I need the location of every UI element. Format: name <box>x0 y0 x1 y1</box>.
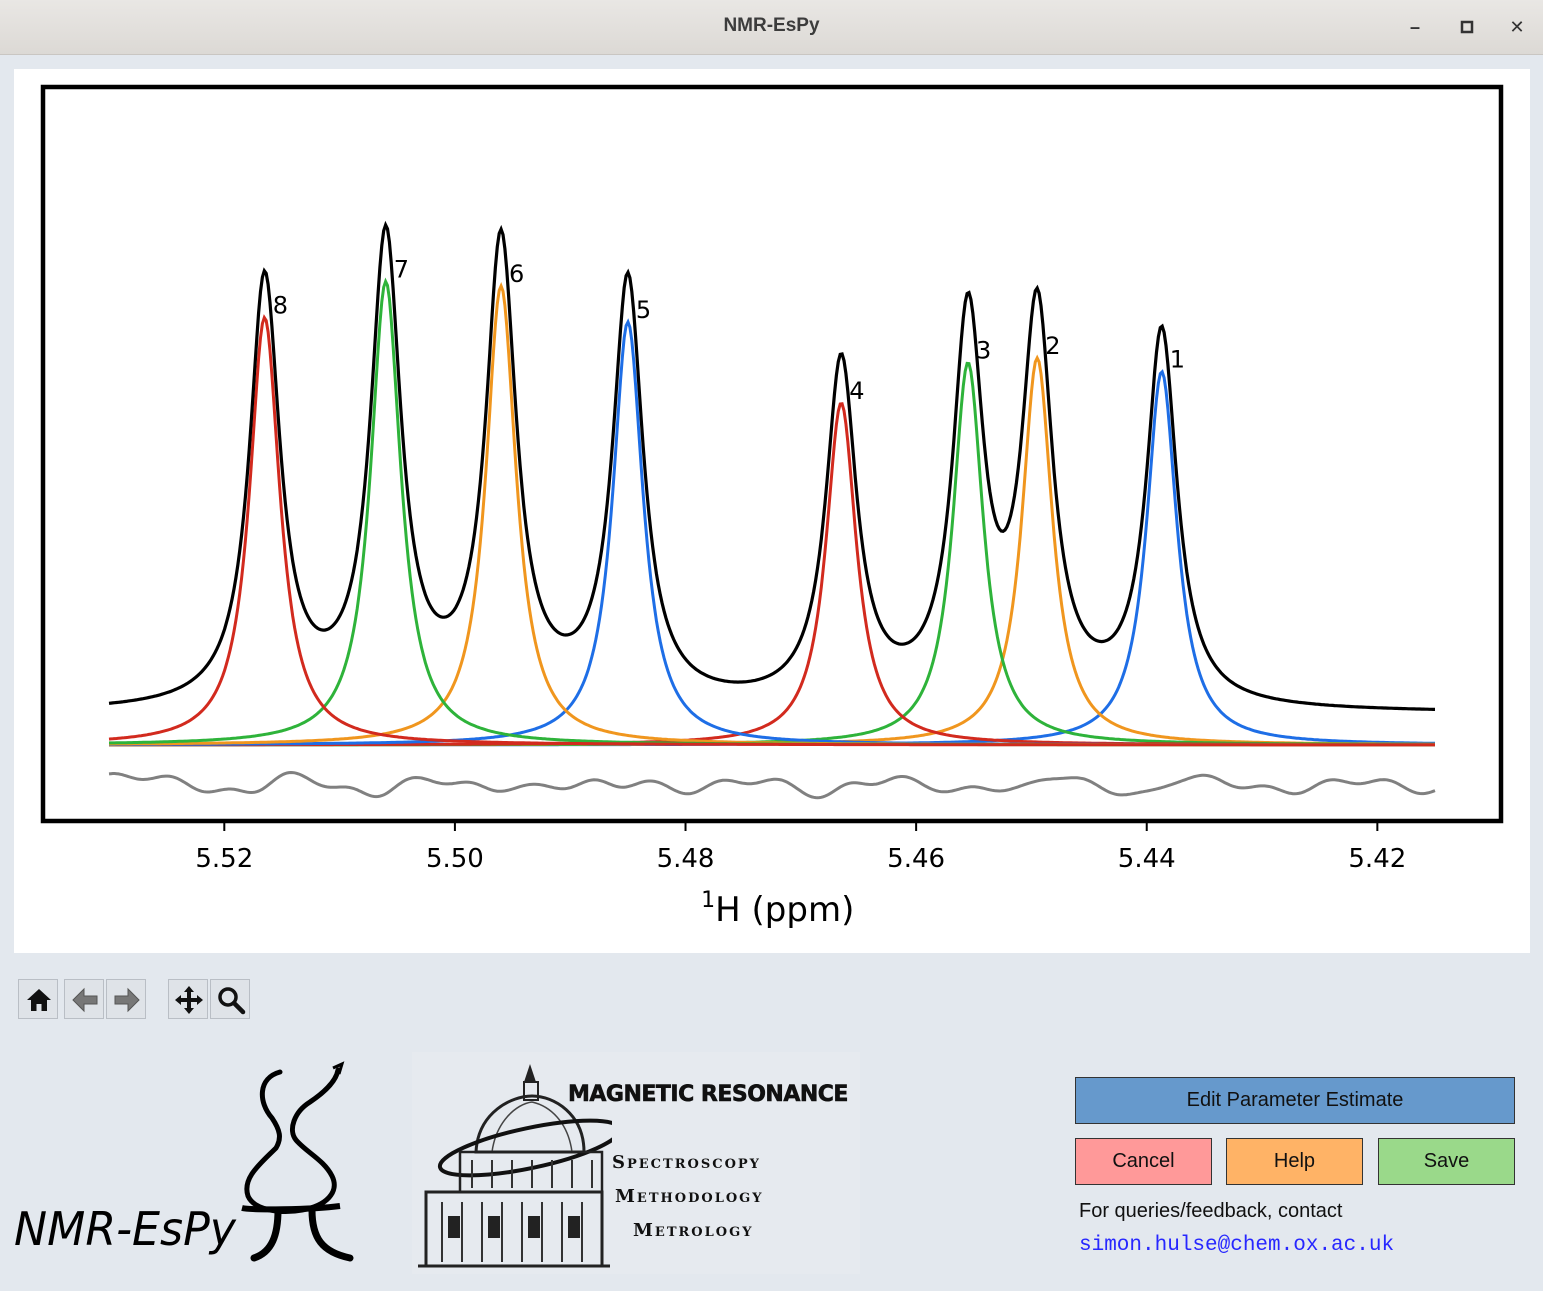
x-tick-label-5.50: 5.50 <box>426 844 484 874</box>
oscillator-label-8: 8 <box>273 292 288 320</box>
spectrum-line <box>108 220 1435 711</box>
nmr-espy-logo-text: NMR-EsPy <box>14 1202 237 1256</box>
residual-line <box>108 770 1436 800</box>
oscillator-1-line <box>109 369 1435 747</box>
oscillator-label-3: 3 <box>976 337 991 365</box>
oscillator-label-4: 4 <box>849 377 864 405</box>
x-tick-label-5.52: 5.52 <box>195 844 253 874</box>
oscillator-label-2: 2 <box>1045 332 1060 360</box>
x-tick-label-5.46: 5.46 <box>887 844 945 874</box>
help-button[interactable]: Help <box>1226 1138 1363 1185</box>
oscillator-4-line <box>109 402 1435 747</box>
x-axis-label: 1H (ppm) <box>701 888 854 930</box>
zoom-icon[interactable] <box>210 979 250 1019</box>
mr-logo-line-spectroscopy: Spectroscopy <box>612 1152 761 1173</box>
maximize-icon[interactable] <box>1452 12 1482 42</box>
contact-email-link[interactable]: simon.hulse@chem.ox.ac.uk <box>1079 1234 1394 1257</box>
pan-icon[interactable] <box>168 979 208 1019</box>
back-arrow-icon[interactable] <box>64 979 104 1019</box>
plot-frame <box>40 84 1504 824</box>
plot-canvas[interactable]: 1 2 3 4 5 6 7 8 5.52 5.50 5.48 5.46 5.44 5.42 1H (ppm) <box>14 69 1530 953</box>
save-button[interactable]: Save <box>1378 1138 1515 1185</box>
magnetic-resonance-logo: MAGNETIC RESONANCE Spectroscopy Methodol… <box>412 1052 860 1274</box>
x-tick-label-5.42: 5.42 <box>1348 844 1406 874</box>
oscillator-3-line <box>109 361 1435 747</box>
nmr-spectrum-plot[interactable]: 1 2 3 4 5 6 7 8 5.52 5.50 5.48 5.46 5.44 5.42 1H (ppm) <box>14 69 1530 953</box>
oscillator-label-1: 1 <box>1170 346 1185 374</box>
mr-logo-title: MAGNETIC RESONANCE <box>568 1082 849 1108</box>
x-tick-label-5.44: 5.44 <box>1118 844 1176 874</box>
mr-logo-line-methodology: Methodology <box>615 1186 764 1207</box>
oscillator-8-line <box>108 314 1435 747</box>
x-tick-label-5.48: 5.48 <box>657 844 715 874</box>
cancel-button[interactable]: Cancel <box>1075 1138 1212 1185</box>
minimize-icon[interactable]: – <box>1400 12 1430 42</box>
oscillator-label-6: 6 <box>509 260 524 288</box>
forward-arrow-icon[interactable] <box>106 979 146 1019</box>
window-title: NMR-EsPy <box>723 15 820 36</box>
nmr-espy-logo: NMR-EsPy <box>10 1060 360 1270</box>
oscillator-label-7: 7 <box>394 256 409 284</box>
close-icon[interactable]: ✕ <box>1502 12 1532 42</box>
mr-logo-line-metrology: Metrology <box>633 1220 754 1241</box>
contact-label: For queries/feedback, contact <box>1079 1200 1343 1222</box>
window-titlebar: NMR-EsPy – ✕ <box>0 0 1543 55</box>
oscillator-label-5: 5 <box>636 296 651 324</box>
edit-parameter-estimate-button[interactable]: Edit Parameter Estimate <box>1075 1077 1515 1124</box>
home-icon[interactable] <box>18 979 58 1019</box>
